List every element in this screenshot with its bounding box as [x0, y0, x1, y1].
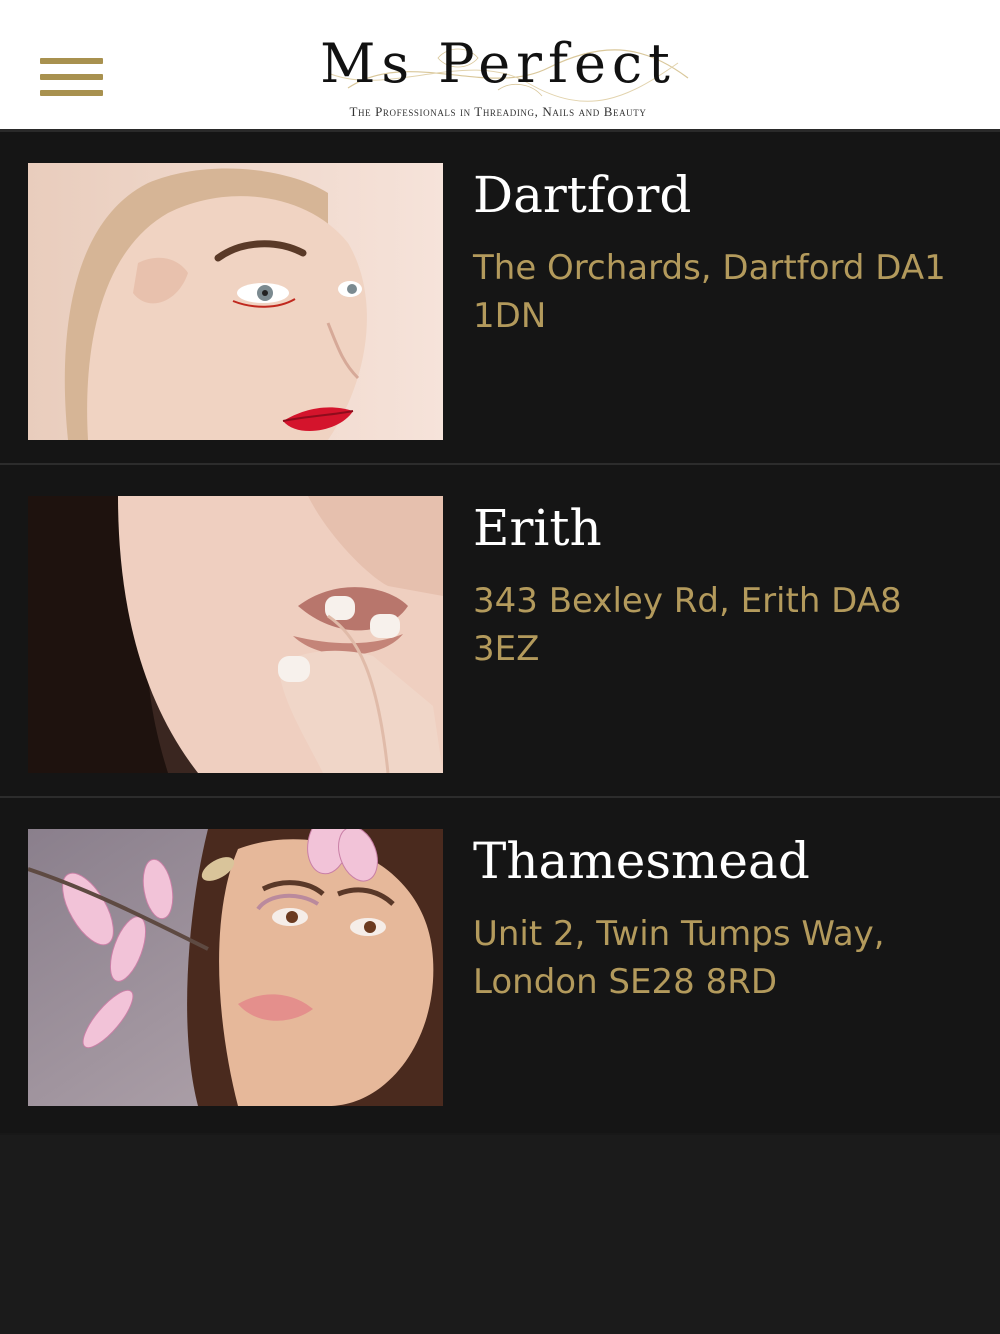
empty-area: [0, 1135, 1000, 1334]
menu-bar: [40, 90, 103, 96]
location-item-erith[interactable]: Erith 343 Bexley Rd, Erith DA8 3EZ: [0, 465, 1000, 798]
location-photo: [28, 163, 443, 440]
location-name: Thamesmead: [473, 832, 810, 890]
brand-logo[interactable]: Ms Perfect The Professionals in Threadin…: [288, 28, 708, 128]
location-name: Erith: [473, 499, 602, 557]
location-list: Dartford The Orchards, Dartford DA1 1DN …: [0, 132, 1000, 1133]
location-address: Unit 2, Twin Tumps Way, London SE28 8RD: [473, 914, 885, 1002]
hamburger-menu-icon[interactable]: [40, 58, 103, 102]
location-photo: [28, 496, 443, 773]
location-item-thamesmead[interactable]: Thamesmead Unit 2, Twin Tumps Way, Londo…: [0, 798, 1000, 1133]
app-header: Ms Perfect The Professionals in Threadin…: [0, 0, 1000, 132]
logo-title: Ms Perfect: [320, 32, 676, 95]
location-photo: [28, 829, 443, 1106]
location-name: Dartford: [473, 166, 692, 224]
menu-bar: [40, 74, 103, 80]
logo-tagline: The Professionals in Threading, Nails an…: [349, 104, 647, 119]
menu-bar: [40, 58, 103, 64]
location-item-dartford[interactable]: Dartford The Orchards, Dartford DA1 1DN: [0, 132, 1000, 465]
location-address: The Orchards, Dartford DA1 1DN: [473, 248, 946, 336]
location-address: 343 Bexley Rd, Erith DA8 3EZ: [473, 581, 902, 669]
